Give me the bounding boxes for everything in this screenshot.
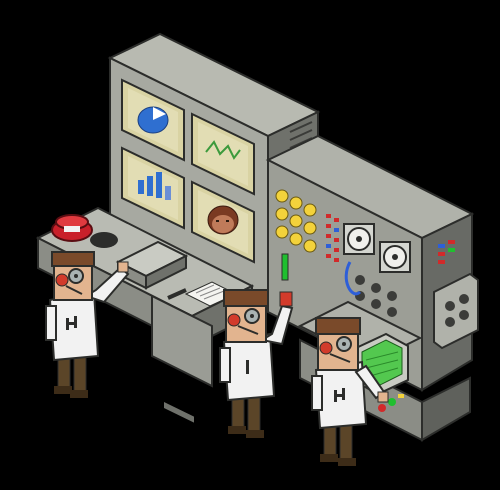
pie-chart-icon (137, 106, 169, 134)
scientist-middle (219, 289, 294, 438)
green-meter (281, 253, 289, 281)
green-button[interactable] (388, 398, 396, 406)
tape-reel-right (379, 241, 411, 273)
black-device (90, 232, 118, 248)
yellow-button[interactable] (398, 394, 404, 398)
scene-canvas (35, 32, 479, 466)
glasses-icon (336, 336, 352, 352)
face-icon (207, 205, 239, 235)
red-button[interactable] (378, 404, 386, 412)
glasses-icon (244, 308, 260, 324)
scientist-left (45, 251, 130, 398)
habbo-control-room-scene (0, 0, 500, 490)
glasses-icon (68, 268, 84, 284)
telephone-icon (51, 214, 93, 242)
tape-reel-left (343, 223, 375, 255)
